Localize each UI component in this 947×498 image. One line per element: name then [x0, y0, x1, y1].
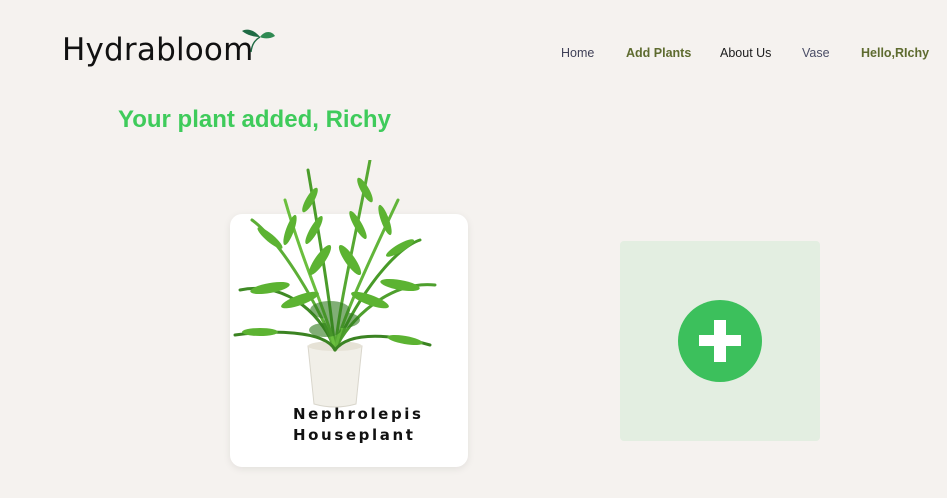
nav-vase[interactable]: Vase: [802, 46, 830, 60]
top-nav: Home Add Plants About Us Vase Hello,RIch…: [0, 46, 947, 64]
page-heading: Your plant added, Richy: [118, 106, 391, 133]
nav-add-plants[interactable]: Add Plants: [626, 46, 691, 60]
nav-user-greeting[interactable]: Hello,RIchy: [861, 46, 929, 60]
plant-name-line2: Houseplant: [293, 426, 416, 444]
add-plant-card[interactable]: [620, 241, 820, 441]
fern-plant-image: [233, 160, 437, 408]
nav-home[interactable]: Home: [561, 46, 594, 60]
nav-about-us[interactable]: About Us: [720, 46, 771, 60]
plant-name-line1: Nephrolepis: [293, 405, 424, 423]
plus-icon[interactable]: [678, 300, 762, 382]
plant-name: Nephrolepis Houseplant: [293, 404, 463, 446]
